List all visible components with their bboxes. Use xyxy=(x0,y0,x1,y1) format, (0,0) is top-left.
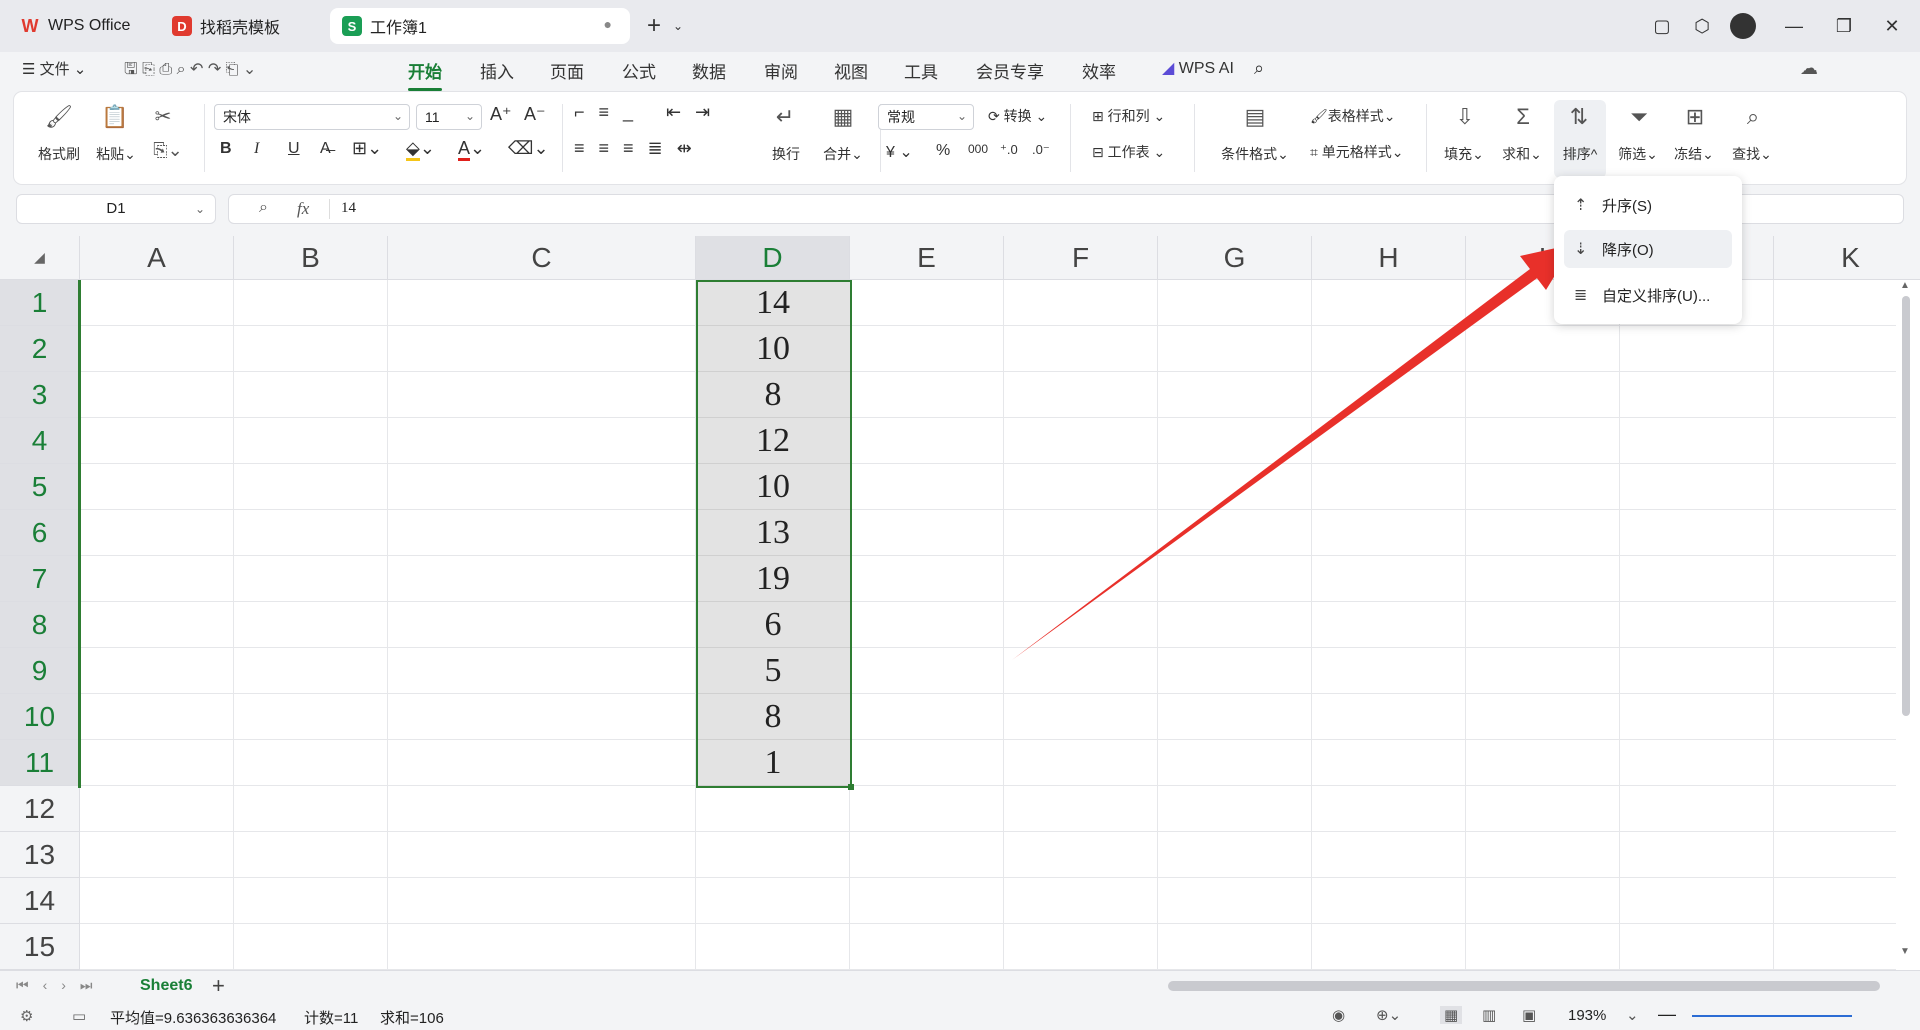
normal-view-icon[interactable]: ▦ xyxy=(1440,1006,1463,1024)
horizontal-scrollbar[interactable] xyxy=(1168,981,1880,991)
page-view-icon[interactable]: ▥ xyxy=(1482,1006,1496,1024)
macro-icon[interactable]: ⚙ xyxy=(20,1007,33,1025)
menu-item-label: 升序(S) xyxy=(1602,197,1652,215)
custom-sort-icon: ≣ xyxy=(1574,287,1588,304)
sort-dropdown-menu: ⇡ 升序(S) ⇣ 降序(O) ≣ 自定义排序(U)... xyxy=(1554,176,1742,324)
custom-sort-item[interactable]: ≣ 自定义排序(U)... xyxy=(1564,276,1732,314)
zoom-level[interactable]: 193% xyxy=(1568,1007,1606,1024)
layout-icon[interactable]: ⊕⌄ xyxy=(1376,1006,1401,1024)
status-average: 平均值=9.636363636364 xyxy=(110,1010,277,1027)
eye-protect-icon[interactable]: ◉ xyxy=(1332,1006,1345,1024)
sheet-tab-sheet6[interactable]: Sheet6 xyxy=(140,977,192,995)
sheet-tab-bar: ⏮‹›⏭ Sheet6 + xyxy=(0,970,1920,1003)
sort-ascending-item[interactable]: ⇡ 升序(S) xyxy=(1564,186,1732,224)
menu-item-label: 降序(O) xyxy=(1602,241,1654,259)
sort-descending-item[interactable]: ⇣ 降序(O) xyxy=(1564,230,1732,268)
add-sheet-icon[interactable]: + xyxy=(212,973,225,999)
sort-descending-icon: ⇣ xyxy=(1574,241,1588,258)
menu-item-label: 自定义排序(U)... xyxy=(1602,287,1711,305)
annotation-arrow xyxy=(1012,244,1574,660)
sheet-nav-arrows[interactable]: ⏮‹›⏭ xyxy=(16,977,107,994)
status-sum: 求和=106 xyxy=(380,1010,444,1027)
sort-ascending-icon: ⇡ xyxy=(1574,197,1588,214)
zoom-chevron-icon[interactable]: ⌄ xyxy=(1626,1006,1639,1024)
page-icon[interactable]: ▭ xyxy=(72,1007,86,1025)
status-bar: ⚙ ▭ 平均值=9.636363636364 计数=11 求和=106 ◉ ⊕⌄… xyxy=(0,1002,1920,1030)
status-count: 计数=11 xyxy=(304,1010,359,1027)
zoom-out-icon[interactable]: — xyxy=(1658,1004,1676,1025)
reading-view-icon[interactable]: ▣ xyxy=(1522,1006,1536,1024)
zoom-slider[interactable] xyxy=(1692,1015,1852,1017)
arrow-shaft xyxy=(1012,266,1540,660)
